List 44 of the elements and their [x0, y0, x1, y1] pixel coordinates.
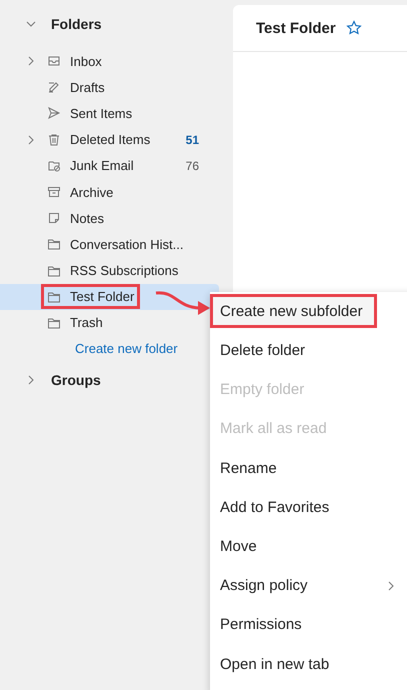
junk-icon — [47, 158, 61, 173]
folder-label: Junk Email — [70, 158, 134, 174]
folder-title: Test Folder — [256, 20, 336, 36]
folder-label: Notes — [70, 210, 104, 226]
folder-item[interactable]: Sent Items — [0, 100, 219, 127]
sent-icon — [47, 106, 61, 120]
folder-label: Deleted Items — [70, 132, 150, 148]
chevron-icon[interactable] — [26, 56, 36, 66]
folder-icon — [47, 316, 61, 330]
chevron-icon[interactable] — [26, 19, 36, 29]
folder-item[interactable]: Deleted Items 51 — [0, 126, 219, 153]
folder-label: Archive — [70, 184, 114, 200]
notes-icon — [47, 211, 61, 226]
folder-item[interactable]: Test Folder — [0, 284, 219, 310]
folder-label: Drafts — [70, 80, 105, 95]
folder-label: Inbox — [70, 54, 102, 69]
folder-label: RSS Subscriptions — [70, 263, 178, 278]
folder-item[interactable]: RSS Subscriptions — [0, 258, 219, 284]
groups-header[interactable]: Groups — [51, 372, 101, 388]
folder-item[interactable]: Junk Email 76 — [0, 152, 219, 179]
folder-icon — [47, 264, 61, 278]
chevron-icon[interactable] — [26, 375, 36, 386]
chevron-icon — [386, 580, 396, 591]
folder-item[interactable]: Inbox — [0, 48, 219, 74]
folder-item[interactable]: Conversation Hist... — [0, 231, 219, 258]
menu-item[interactable]: Create new subfolder — [210, 294, 377, 328]
folder-label: Trash — [70, 315, 103, 330]
folder-item[interactable]: Notes — [0, 205, 219, 232]
folder-label: Test Folder — [70, 289, 134, 304]
star-icon[interactable] — [346, 20, 362, 36]
archive-icon — [47, 185, 61, 200]
drafts-icon — [47, 80, 61, 94]
folder-icon — [47, 290, 61, 304]
item-count: 51 — [186, 132, 199, 147]
inbox-icon — [47, 54, 61, 68]
folders-header[interactable]: Folders — [51, 16, 102, 32]
item-count: 76 — [186, 158, 199, 173]
folder-label: Conversation Hist... — [70, 236, 184, 252]
chevron-icon[interactable] — [26, 134, 36, 145]
folder-item[interactable]: Drafts — [0, 74, 219, 100]
folder-item[interactable]: Archive — [0, 178, 219, 206]
folder-label: Sent Items — [70, 106, 132, 121]
trash-icon — [47, 132, 61, 147]
folder-icon — [47, 237, 61, 252]
